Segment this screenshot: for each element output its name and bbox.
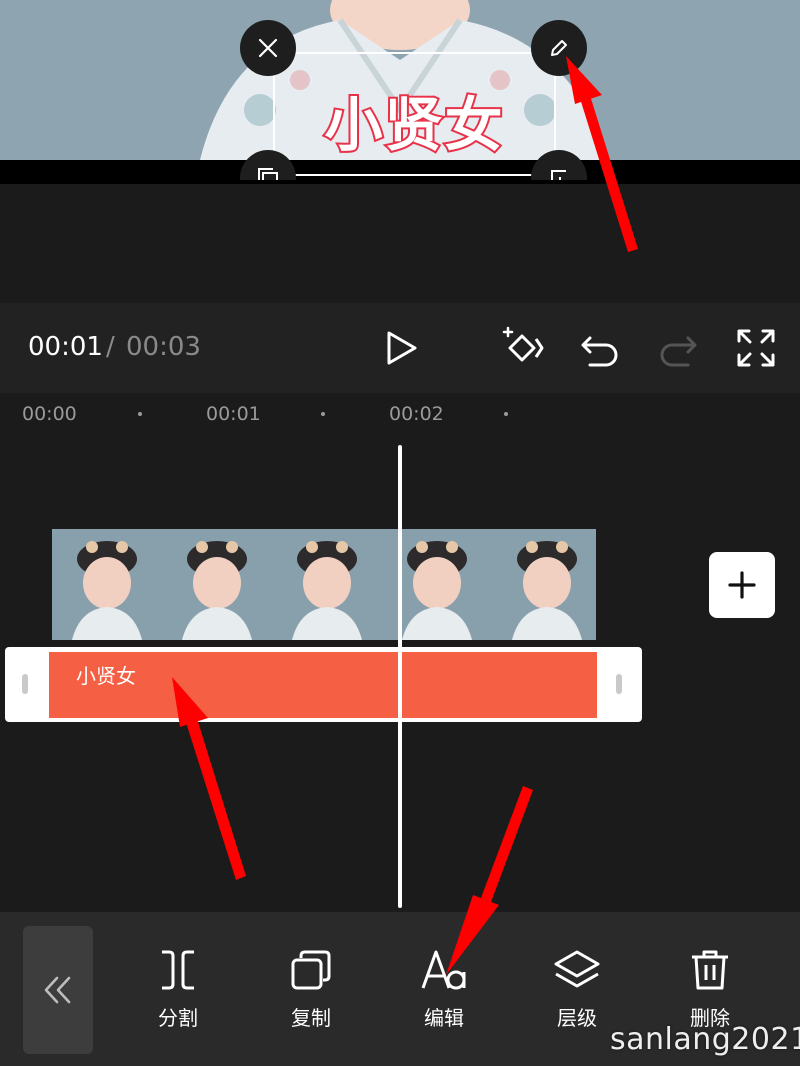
text-edit-icon <box>421 950 466 990</box>
video-frame-thumbnail <box>162 529 272 640</box>
tool-split[interactable]: 分割 <box>128 948 228 1031</box>
tool-label: 复制 <box>291 1006 331 1030</box>
tool-layers[interactable]: 层级 <box>527 948 627 1031</box>
text-clip-label: 小贤女 <box>76 664 136 688</box>
ruler-mark: 00:02 <box>389 403 444 425</box>
pencil-icon <box>551 40 567 56</box>
ruler-dot <box>321 412 325 416</box>
tool-label: 编辑 <box>424 1006 464 1030</box>
total-time: 00:03 <box>126 332 201 362</box>
playhead[interactable] <box>398 445 402 908</box>
fullscreen-icon[interactable] <box>734 326 778 370</box>
plus-icon <box>728 571 756 599</box>
overlay-title-text[interactable]: 小贤女 <box>273 78 556 162</box>
undo-icon[interactable] <box>578 326 622 370</box>
video-frame-thumbnail <box>52 529 162 640</box>
ruler-dot <box>138 412 142 416</box>
copy-icon <box>291 950 331 990</box>
copy-icon <box>258 168 278 180</box>
ruler-mark: 00:01 <box>206 403 261 425</box>
close-icon <box>258 38 278 58</box>
video-frame-thumbnail <box>492 529 596 640</box>
resize-icon <box>551 170 566 180</box>
ruler-mark: 00:00 <box>22 403 77 425</box>
layers-icon <box>554 950 600 988</box>
tool-copy[interactable]: 复制 <box>261 948 361 1031</box>
copy-text-handle[interactable] <box>240 150 296 180</box>
play-icon[interactable] <box>379 326 423 370</box>
scale-rotate-handle[interactable] <box>531 150 587 180</box>
video-track[interactable] <box>52 529 596 640</box>
add-clip-button[interactable] <box>709 552 775 618</box>
add-keyframe-icon[interactable] <box>500 326 544 370</box>
tool-delete[interactable]: 删除 <box>660 948 760 1031</box>
trim-handle-right[interactable] <box>616 674 622 694</box>
double-chevron-left-icon <box>44 976 71 1004</box>
trash-icon <box>692 950 728 990</box>
video-frame-thumbnail <box>272 529 382 640</box>
current-time: 00:01 <box>28 332 103 362</box>
back-button[interactable] <box>23 926 93 1054</box>
tool-label: 分割 <box>158 1006 198 1030</box>
trim-handle-left[interactable] <box>22 674 28 694</box>
edit-text-button[interactable] <box>531 20 587 76</box>
ruler-dot <box>504 412 508 416</box>
split-icon <box>162 950 194 990</box>
watermark: sanlang2021 <box>610 1022 800 1057</box>
time-separator: / <box>106 332 115 362</box>
delete-text-button[interactable] <box>240 20 296 76</box>
tool-edit[interactable]: 编辑 <box>394 948 494 1031</box>
redo-icon[interactable] <box>656 326 700 370</box>
